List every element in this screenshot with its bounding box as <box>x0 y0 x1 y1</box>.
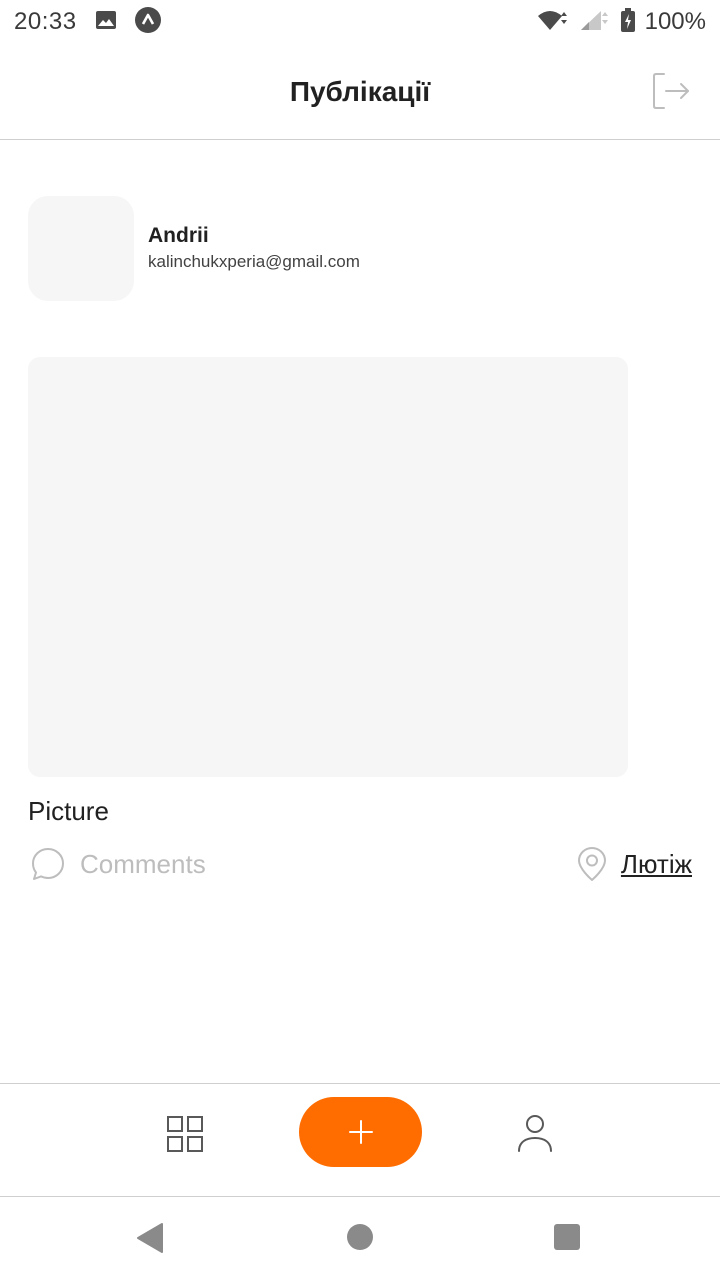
logout-button[interactable] <box>650 70 692 112</box>
app-notification-icon <box>134 6 161 38</box>
back-triangle-icon <box>137 1223 163 1253</box>
tab-profile[interactable] <box>516 1113 554 1153</box>
comments-label: Comments <box>80 848 206 879</box>
post-image[interactable] <box>28 357 628 777</box>
plus-icon <box>348 1120 373 1144</box>
status-time: 20:33 <box>14 8 77 35</box>
location-link[interactable]: Лютіж <box>577 844 692 884</box>
battery-percent: 100% <box>644 8 706 35</box>
grid-icon <box>167 1116 203 1152</box>
tab-bar <box>0 1083 720 1197</box>
signal-icon <box>579 9 611 36</box>
comments-button[interactable]: Comments <box>30 844 206 884</box>
status-bar: 20:33 100% <box>0 0 720 44</box>
user-icon <box>518 1115 552 1152</box>
create-post-button[interactable] <box>299 1097 422 1167</box>
location-label: Лютіж <box>620 848 692 879</box>
header: Публікації <box>0 44 720 140</box>
comment-icon <box>32 848 64 880</box>
tab-posts-grid[interactable] <box>166 1115 204 1153</box>
nav-back-button[interactable] <box>135 1222 165 1254</box>
post-title: Picture <box>28 796 109 826</box>
user-email: kalinchukxperia@gmail.com <box>148 252 360 271</box>
image-icon <box>95 10 117 35</box>
user-name: Andrii <box>148 224 209 247</box>
status-left: 20:33 <box>14 6 161 38</box>
system-nav-bar <box>0 1198 720 1280</box>
status-right: 100% <box>537 7 706 37</box>
nav-recents-button[interactable] <box>554 1224 580 1250</box>
wifi-icon <box>537 9 569 36</box>
map-pin-icon <box>577 847 606 881</box>
avatar <box>28 196 134 301</box>
page-title: Публікації <box>289 76 431 107</box>
logout-icon <box>653 73 689 109</box>
nav-home-button[interactable] <box>347 1224 373 1250</box>
battery-icon <box>620 7 635 37</box>
